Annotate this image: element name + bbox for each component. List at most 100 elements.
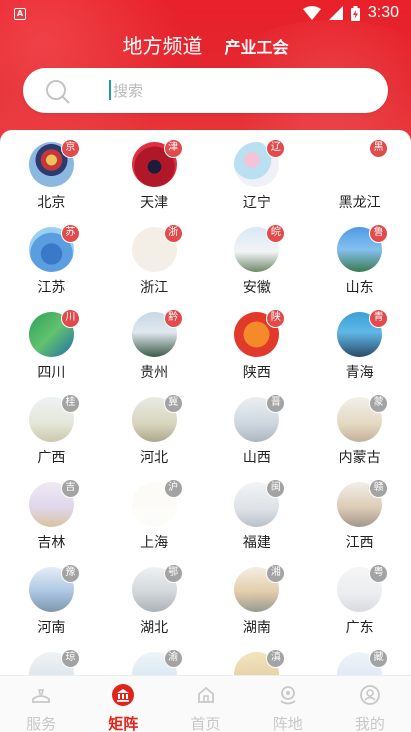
region-badge: 晋 — [266, 394, 286, 413]
region-item[interactable]: 黑黑龙江 — [308, 139, 411, 214]
tab-industry-union[interactable]: 产业工会 — [224, 34, 288, 58]
region-label: 江苏 — [37, 280, 66, 296]
tab-label: 阵地 — [272, 715, 303, 732]
region-label: 内蒙古 — [338, 450, 381, 466]
profile-icon — [359, 684, 381, 710]
region-label: 吉林 — [37, 535, 66, 551]
signal-icon — [328, 6, 343, 20]
region-item[interactable]: 豫河南 — [0, 564, 103, 639]
bottom-tab-bar: 服务 矩阵 首页 阵地 我的 — [0, 675, 411, 732]
region-label: 浙江 — [140, 280, 169, 296]
region-panel: 京北京津天津辽辽宁黑黑龙江苏江苏浙浙江皖安徽鲁山东川四川黔贵州陕陕西青青海桂广西… — [0, 130, 411, 675]
region-item[interactable]: 琼 — [0, 649, 103, 675]
region-item[interactable]: 苏江苏 — [0, 224, 103, 299]
region-badge: 鄂 — [163, 564, 183, 583]
tab-label: 服务 — [26, 715, 57, 732]
tab-location[interactable]: 阵地 — [247, 676, 329, 732]
app-notification-icon: A — [14, 8, 26, 20]
region-badge: 琼 — [60, 649, 80, 668]
tab-home[interactable]: 首页 — [164, 676, 246, 732]
region-item[interactable]: 陕陕西 — [206, 309, 309, 384]
region-avatar: 蒙 — [337, 394, 389, 442]
region-label: 湖北 — [140, 620, 169, 636]
region-item[interactable]: 沪上海 — [103, 479, 206, 554]
region-badge: 皖 — [266, 224, 286, 243]
region-avatar: 渝 — [131, 649, 183, 675]
tab-label: 首页 — [190, 715, 221, 732]
region-item[interactable]: 藏 — [308, 649, 411, 675]
region-avatar: 豫 — [28, 564, 80, 612]
region-item[interactable]: 青青海 — [308, 309, 411, 384]
region-item[interactable]: 赣江西 — [308, 479, 411, 554]
region-item[interactable]: 湘湖南 — [206, 564, 309, 639]
status-bar: A 3:30 — [0, 0, 411, 28]
region-item[interactable]: 辽辽宁 — [206, 139, 309, 214]
region-item[interactable]: 蒙内蒙古 — [308, 394, 411, 469]
region-badge: 豫 — [60, 564, 80, 583]
region-label: 山东 — [345, 280, 374, 296]
region-badge: 粤 — [369, 564, 389, 583]
region-label: 河南 — [37, 620, 66, 636]
region-badge: 津 — [163, 139, 183, 158]
region-label: 天津 — [140, 195, 169, 211]
region-badge: 黑 — [369, 139, 389, 158]
region-item[interactable]: 京北京 — [0, 139, 103, 214]
region-item[interactable]: 黔贵州 — [103, 309, 206, 384]
region-badge: 鲁 — [369, 224, 389, 243]
region-badge: 渝 — [163, 649, 183, 668]
tab-matrix[interactable]: 矩阵 — [82, 676, 164, 732]
region-badge: 滇 — [266, 649, 286, 668]
region-item[interactable]: 晋山西 — [206, 394, 309, 469]
region-avatar: 赣 — [337, 479, 389, 527]
tab-service[interactable]: 服务 — [0, 676, 82, 732]
region-avatar: 滇 — [234, 649, 286, 675]
tab-label: 我的 — [354, 715, 385, 732]
region-avatar: 冀 — [131, 394, 183, 442]
region-avatar: 粤 — [337, 564, 389, 612]
tab-label: 矩阵 — [108, 715, 139, 732]
region-item[interactable]: 浙浙江 — [103, 224, 206, 299]
region-avatar: 沪 — [131, 479, 183, 527]
home-icon — [195, 684, 217, 710]
region-item[interactable]: 皖安徽 — [206, 224, 309, 299]
region-item[interactable]: 冀河北 — [103, 394, 206, 469]
region-avatar: 琼 — [28, 649, 80, 675]
region-item[interactable]: 桂广西 — [0, 394, 103, 469]
search-icon — [46, 80, 70, 104]
region-item[interactable]: 滇 — [206, 649, 309, 675]
search-bar[interactable]: 搜索 — [23, 68, 388, 113]
status-time: 3:30 — [367, 4, 399, 21]
region-avatar: 湘 — [234, 564, 286, 612]
region-badge: 吉 — [60, 479, 80, 498]
region-badge: 辽 — [266, 139, 286, 158]
region-item[interactable]: 鄂湖北 — [103, 564, 206, 639]
region-item[interactable]: 渝 — [103, 649, 206, 675]
region-item[interactable]: 津天津 — [103, 139, 206, 214]
region-badge: 京 — [60, 139, 80, 158]
region-item[interactable]: 吉吉林 — [0, 479, 103, 554]
region-label: 贵州 — [140, 365, 169, 381]
region-label: 河北 — [140, 450, 169, 466]
location-icon — [277, 684, 299, 710]
region-badge: 川 — [60, 309, 80, 328]
region-avatar: 鲁 — [337, 224, 389, 272]
region-item[interactable]: 鲁山东 — [308, 224, 411, 299]
region-avatar: 青 — [337, 309, 389, 357]
region-badge: 浙 — [163, 224, 183, 243]
region-badge: 藏 — [369, 649, 389, 668]
region-item[interactable]: 粤广东 — [308, 564, 411, 639]
region-badge: 赣 — [369, 479, 389, 498]
region-label: 山西 — [242, 450, 271, 466]
region-badge: 蒙 — [369, 394, 389, 413]
region-avatar: 桂 — [28, 394, 80, 442]
region-badge: 苏 — [60, 224, 80, 243]
region-badge: 闽 — [266, 479, 286, 498]
region-avatar: 浙 — [131, 224, 183, 272]
search-input[interactable]: 搜索 — [113, 80, 143, 101]
region-badge: 黔 — [163, 309, 183, 328]
region-item[interactable]: 闽福建 — [206, 479, 309, 554]
tab-profile[interactable]: 我的 — [329, 676, 411, 732]
region-avatar: 京 — [28, 139, 80, 187]
tab-local-channel[interactable]: 地方频道 — [122, 30, 202, 59]
region-item[interactable]: 川四川 — [0, 309, 103, 384]
